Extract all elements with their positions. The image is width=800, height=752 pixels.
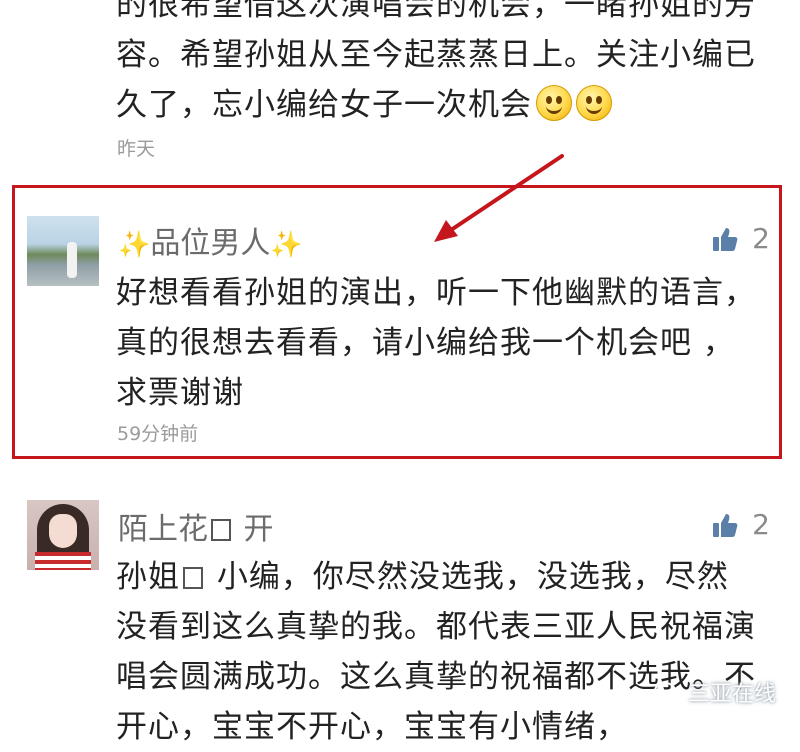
comment-text: 的很希望借这次演唱会的机会，一睹孙姐的芳容。希望孙姐从至今起蒸蒸日上。关注小编已… <box>116 0 756 123</box>
comment-text: 孙姐 小编，你尽然没选我，没选我，尽然没看到这么真挚的我。都代表三亚人民祝福演唱… <box>116 552 756 752</box>
avatar[interactable] <box>27 216 99 286</box>
like-button[interactable]: 2 <box>712 508 770 545</box>
comment-text-part: 小编，你尽然没选我，没选我，尽然没看到这么真挚的我。都代表三亚人民祝福演唱会圆满… <box>116 559 756 745</box>
watermark-text: 三亚在线 <box>687 682 776 707</box>
avatar[interactable] <box>27 500 99 570</box>
missing-glyph-icon <box>183 567 203 589</box>
missing-glyph-icon <box>211 519 231 541</box>
watermark: 三亚在线 <box>653 676 776 711</box>
commenter-name-text: 开 <box>243 512 274 547</box>
sparkle-icon: ✨ <box>270 230 303 260</box>
thumbs-up-icon <box>712 512 738 545</box>
sparkle-icon: ✨ <box>118 230 151 260</box>
comment-text: 好想看看孙姐的演出，听一下他幽默的语言，真的很想去看看，请小编给我一个机会吧 ，… <box>116 275 756 411</box>
commenter-name[interactable]: 陌上花 开 <box>118 504 274 548</box>
commenter-name[interactable]: ✨品位男人✨ <box>118 218 303 262</box>
thumbs-up-icon <box>712 226 738 259</box>
smiley-emoji-icon <box>576 85 612 121</box>
comment-text-part: 孙姐 <box>116 559 180 595</box>
comment-time: 59分钟前 <box>117 423 199 445</box>
commenter-name-text: 陌上花 <box>118 512 208 547</box>
like-button[interactable]: 2 <box>712 222 770 259</box>
commenter-name-text: 品位男人 <box>150 226 271 261</box>
comment-time: 昨天 <box>117 138 156 160</box>
wechat-logo-icon <box>653 681 682 711</box>
smiley-emoji-icon <box>536 85 572 121</box>
like-count: 2 <box>752 508 770 541</box>
annotation-arrow <box>434 154 564 242</box>
like-count: 2 <box>752 222 770 255</box>
